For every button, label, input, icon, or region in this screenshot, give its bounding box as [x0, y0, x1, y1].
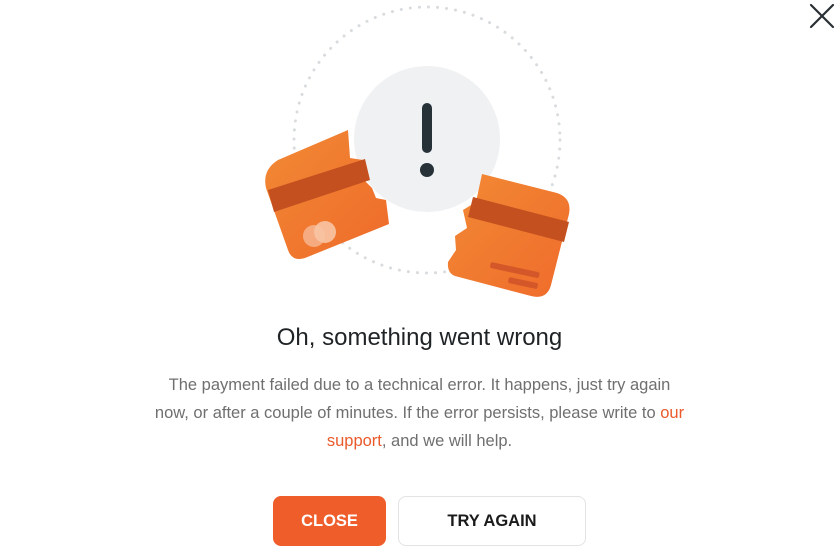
- close-button[interactable]: CLOSE: [273, 496, 386, 546]
- try-again-button[interactable]: TRY AGAIN: [398, 496, 586, 546]
- message-text: The payment failed due to a technical er…: [154, 376, 671, 422]
- broken-card-alert-icon: [265, 5, 570, 297]
- payment-error-dialog: Oh, something went wrong The payment fai…: [0, 0, 839, 550]
- message-text-end: , and we will help.: [381, 432, 513, 450]
- dialog-message: The payment failed due to a technical er…: [150, 371, 689, 455]
- dialog-title: Oh, something went wrong: [276, 324, 563, 351]
